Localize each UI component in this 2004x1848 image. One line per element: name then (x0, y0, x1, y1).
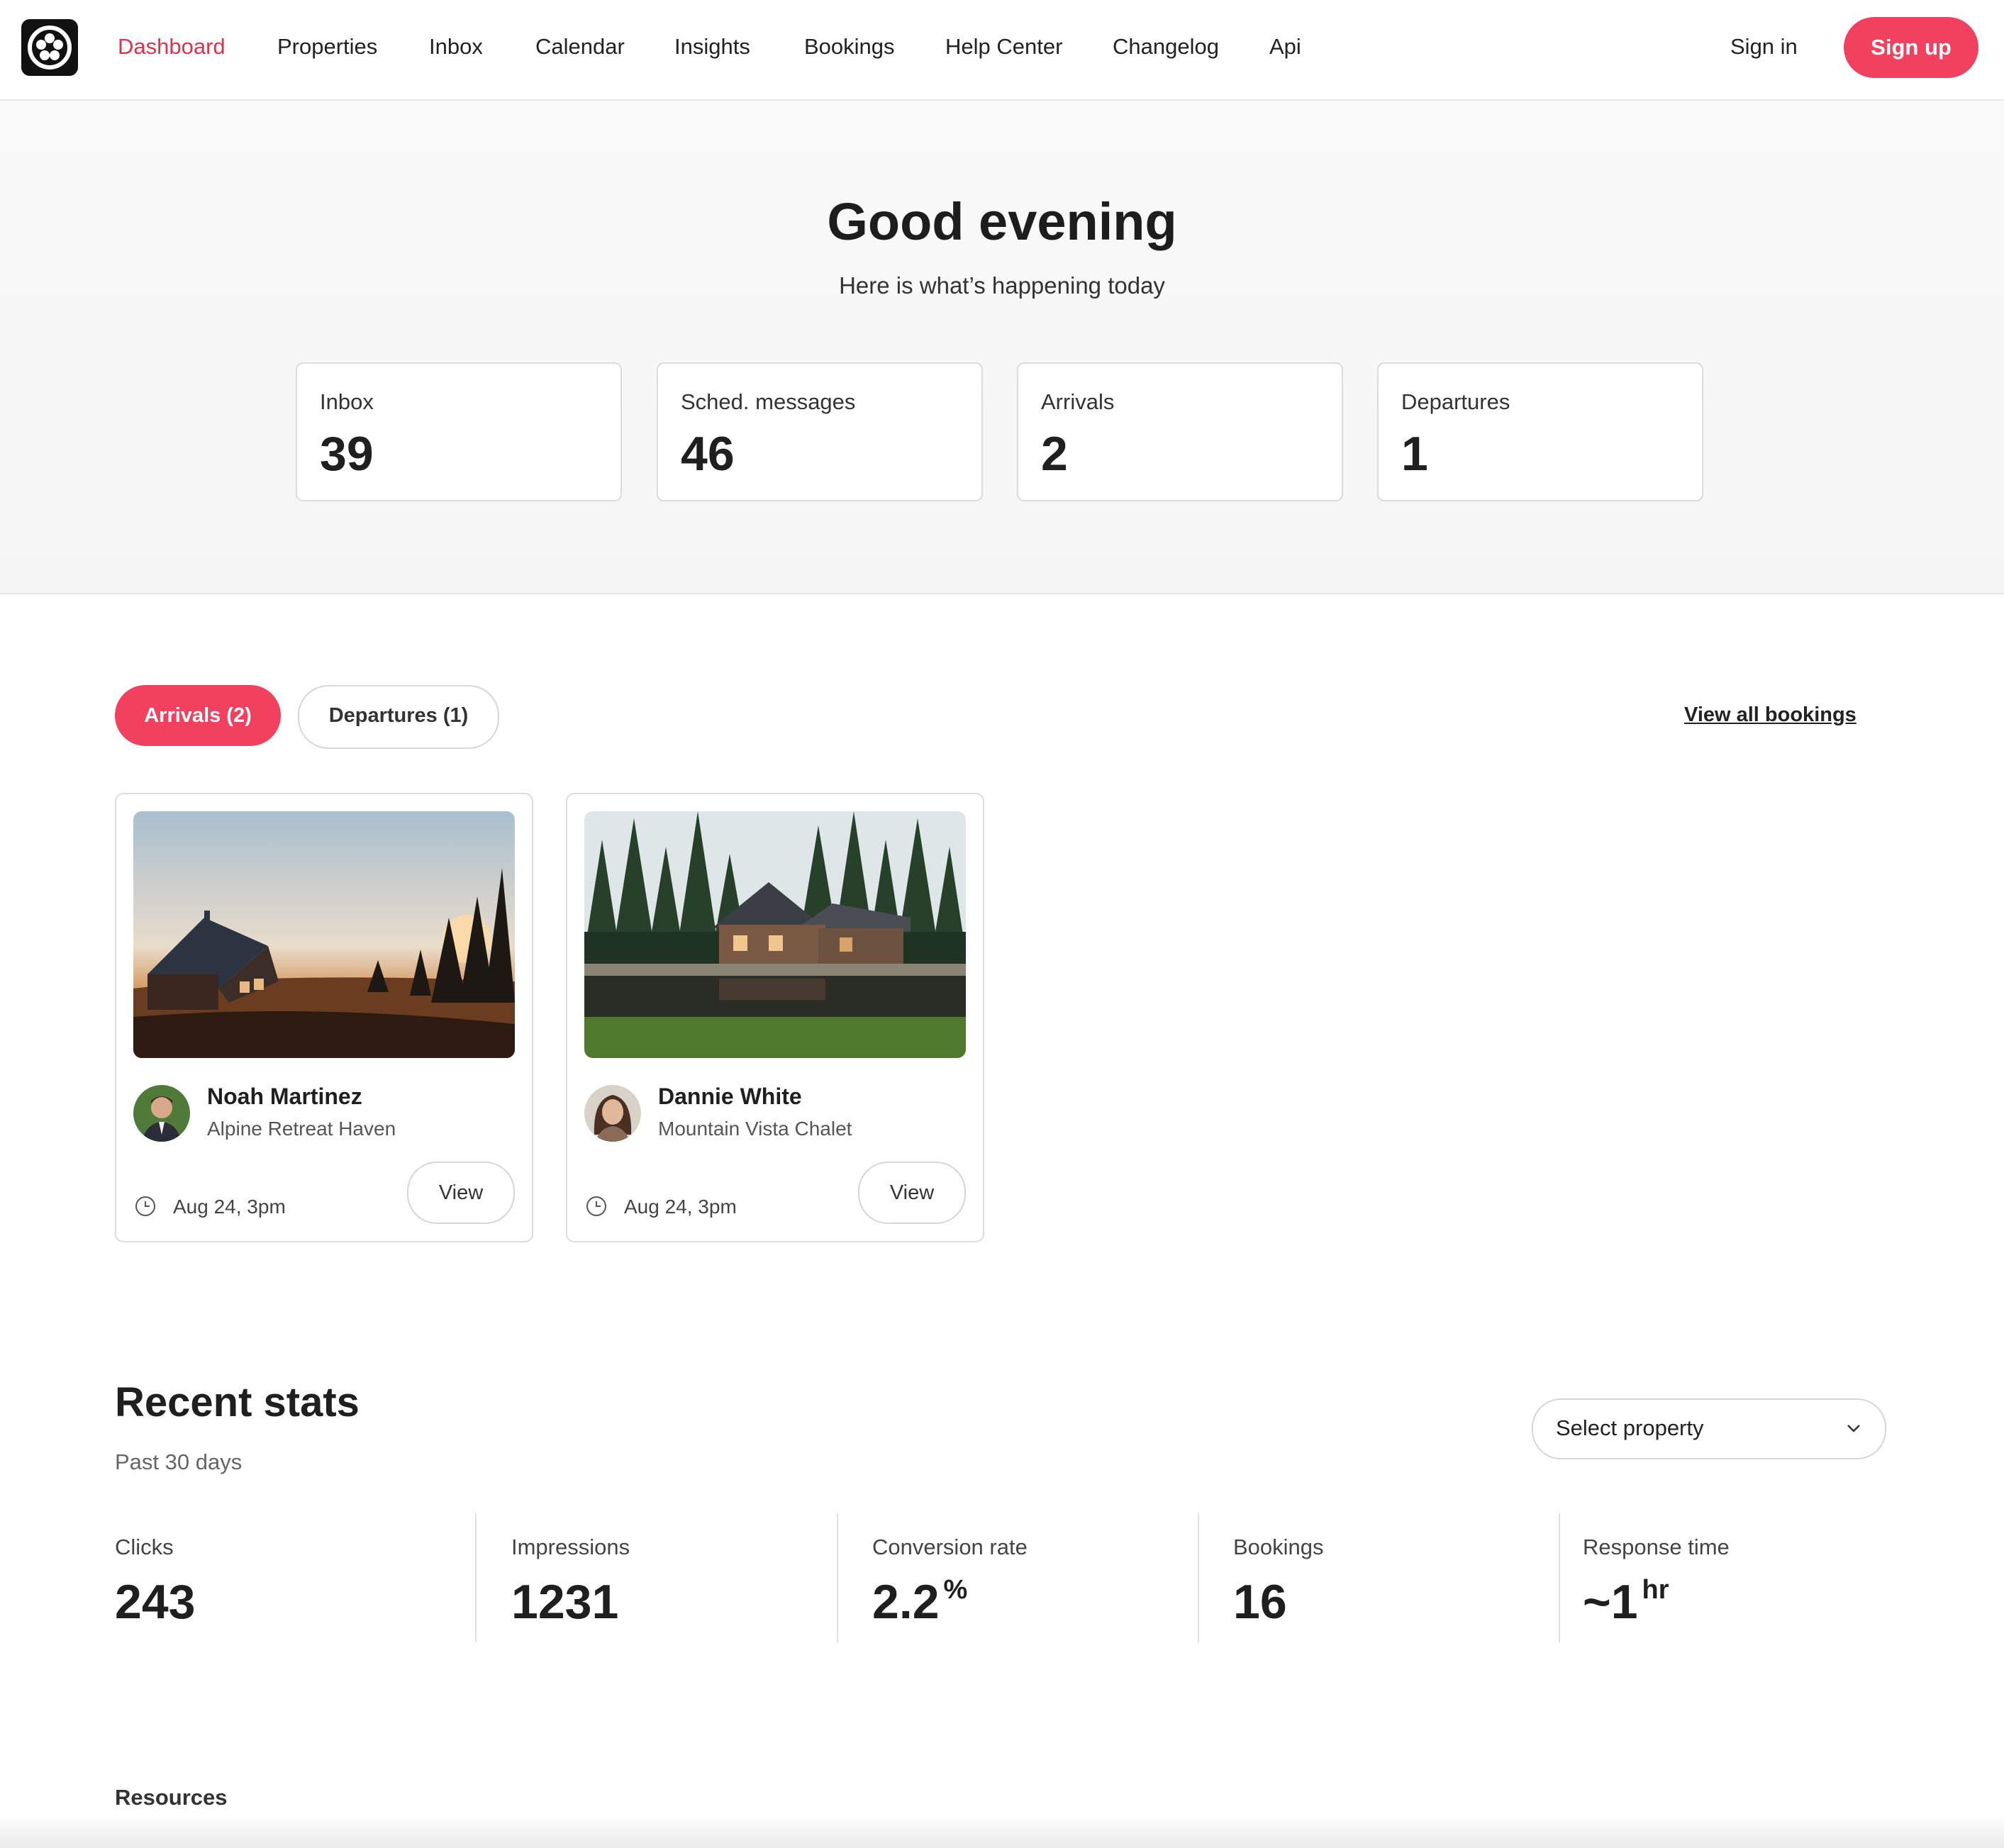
tab-arrivals[interactable]: Arrivals (2) (115, 685, 281, 746)
top-nav: Dashboard Properties Inbox Calendar Insi… (0, 0, 2004, 101)
tab-departures[interactable]: Departures (1) (298, 685, 499, 749)
hero-section (0, 101, 2004, 594)
stat-value: 1 (1401, 427, 1428, 481)
nav-dashboard[interactable]: Dashboard (118, 33, 226, 61)
select-property-value: Select property (1556, 1415, 1704, 1440)
metric-divider (1198, 1513, 1199, 1642)
guest-name: Dannie White (658, 1084, 802, 1109)
greeting-title: Good evening (827, 192, 1177, 251)
chevron-down-icon (1847, 1425, 1860, 1432)
guest-avatar (584, 1085, 641, 1142)
select-property-dropdown[interactable]: Select property (1532, 1398, 1886, 1459)
sign-in-link[interactable]: Sign in (1730, 33, 1798, 61)
stat-label: Departures (1401, 389, 1510, 414)
nav-api[interactable]: Api (1269, 33, 1301, 61)
metric-value: ~1 hr (1583, 1575, 1669, 1629)
clock-icon (586, 1196, 606, 1216)
nav-insights[interactable]: Insights (674, 33, 750, 61)
view-booking-button[interactable]: View (858, 1162, 966, 1224)
resources-heading: Resources (115, 1785, 228, 1810)
view-booking-button[interactable]: View (407, 1162, 515, 1224)
stat-label: Inbox (320, 389, 374, 414)
metric-unit: hr (1642, 1575, 1669, 1605)
property-photo (584, 811, 966, 1058)
nav-help-center[interactable]: Help Center (945, 33, 1062, 61)
metric-label: Conversion rate (872, 1535, 1028, 1559)
metric-value: 1231 (511, 1575, 619, 1629)
stat-label: Sched. messages (681, 389, 856, 414)
metric-label: Clicks (115, 1535, 174, 1559)
stat-card-scheduled-messages[interactable]: Sched. messages 46 (657, 362, 983, 501)
property-name: Mountain Vista Chalet (658, 1118, 852, 1140)
nav-changelog[interactable]: Changelog (1113, 33, 1219, 61)
sign-up-button[interactable]: Sign up (1844, 17, 1978, 78)
booking-date: Aug 24, 3pm (173, 1196, 286, 1218)
nav-properties[interactable]: Properties (277, 33, 377, 61)
nav-bookings[interactable]: Bookings (804, 33, 895, 61)
stat-card-inbox[interactable]: Inbox 39 (296, 362, 622, 501)
property-name: Alpine Retreat Haven (207, 1118, 396, 1140)
metric-divider (475, 1513, 477, 1642)
clock-icon (135, 1196, 155, 1216)
bottom-fade (0, 1815, 2004, 1848)
booking-card: Noah Martinez Alpine Retreat Haven Aug 2… (115, 793, 533, 1242)
booking-card: Dannie White Mountain Vista Chalet Aug 2… (566, 793, 984, 1242)
metric-value: 243 (115, 1575, 196, 1629)
app-logo-icon[interactable] (21, 19, 78, 76)
view-all-bookings-link[interactable]: View all bookings (1684, 703, 1857, 727)
metric-divider (1559, 1513, 1560, 1642)
metric-divider (837, 1513, 838, 1642)
metric-unit: % (943, 1575, 968, 1605)
metric-label: Response time (1583, 1535, 1730, 1559)
property-photo (133, 811, 515, 1058)
guest-avatar (133, 1085, 190, 1142)
stat-card-arrivals[interactable]: Arrivals 2 (1017, 362, 1343, 501)
recent-stats-title: Recent stats (115, 1379, 360, 1425)
booking-date: Aug 24, 3pm (624, 1196, 737, 1218)
stat-value: 2 (1041, 427, 1068, 481)
recent-stats-subtitle: Past 30 days (115, 1449, 243, 1474)
stat-card-departures[interactable]: Departures 1 (1377, 362, 1703, 501)
metric-value: 2.2% (872, 1575, 968, 1629)
metric-label: Bookings (1233, 1535, 1324, 1559)
metric-label: Impressions (511, 1535, 630, 1559)
nav-calendar[interactable]: Calendar (535, 33, 625, 61)
nav-inbox[interactable]: Inbox (429, 33, 483, 61)
stat-value: 46 (681, 427, 735, 481)
guest-name: Noah Martinez (207, 1084, 362, 1109)
stat-value: 39 (320, 427, 374, 481)
metric-value: 16 (1233, 1575, 1287, 1629)
greeting-subtitle: Here is what’s happening today (839, 272, 1165, 299)
stat-label: Arrivals (1041, 389, 1115, 414)
